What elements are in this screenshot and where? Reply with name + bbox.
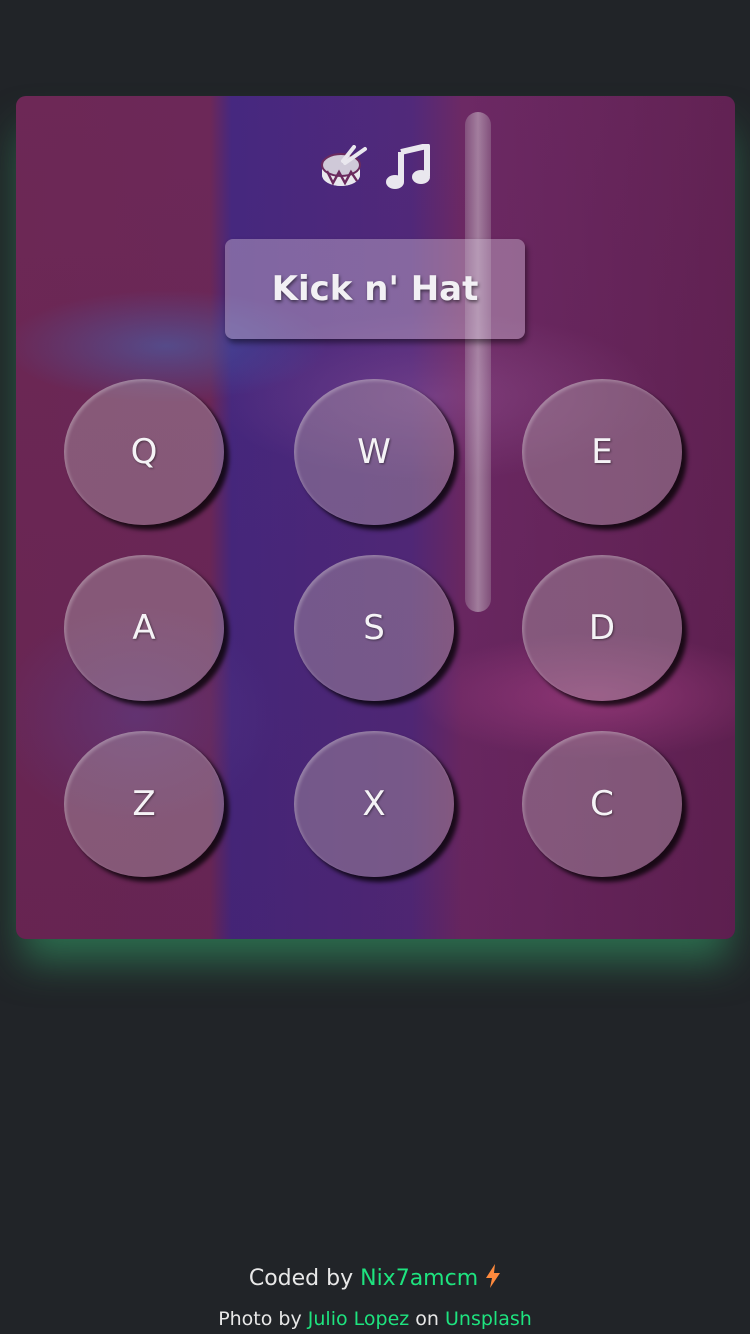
sound-display: Kick n' Hat — [225, 239, 525, 339]
footer-credit: Coded by Nix7amcm — [0, 1264, 750, 1291]
photo-credit: Photo by Julio Lopez on Unsplash — [0, 1308, 750, 1330]
bolt-icon — [485, 1264, 501, 1291]
on-label: on — [415, 1308, 439, 1330]
header-icons — [16, 142, 735, 192]
drum-pad-c[interactable]: C — [522, 731, 682, 877]
drum-pad-s[interactable]: S — [294, 555, 454, 701]
music-icon — [383, 142, 433, 192]
coded-by-label: Coded by — [248, 1266, 354, 1291]
drum-pad-d[interactable]: D — [522, 555, 682, 701]
drum-machine: Kick n' Hat Q W E A S D Z X C — [16, 96, 735, 939]
drum-icon — [319, 142, 369, 192]
photo-by-label: Photo by — [218, 1308, 302, 1330]
drum-pad-q[interactable]: Q — [64, 379, 224, 525]
unsplash-link[interactable]: Unsplash — [445, 1308, 532, 1330]
drum-pad-a[interactable]: A — [64, 555, 224, 701]
drum-pad-x[interactable]: X — [294, 731, 454, 877]
drum-pad-w[interactable]: W — [294, 379, 454, 525]
author-link[interactable]: Nix7amcm — [360, 1266, 478, 1291]
drum-pad-e[interactable]: E — [522, 379, 682, 525]
photographer-link[interactable]: Julio Lopez — [308, 1308, 409, 1330]
drum-pad-z[interactable]: Z — [64, 731, 224, 877]
